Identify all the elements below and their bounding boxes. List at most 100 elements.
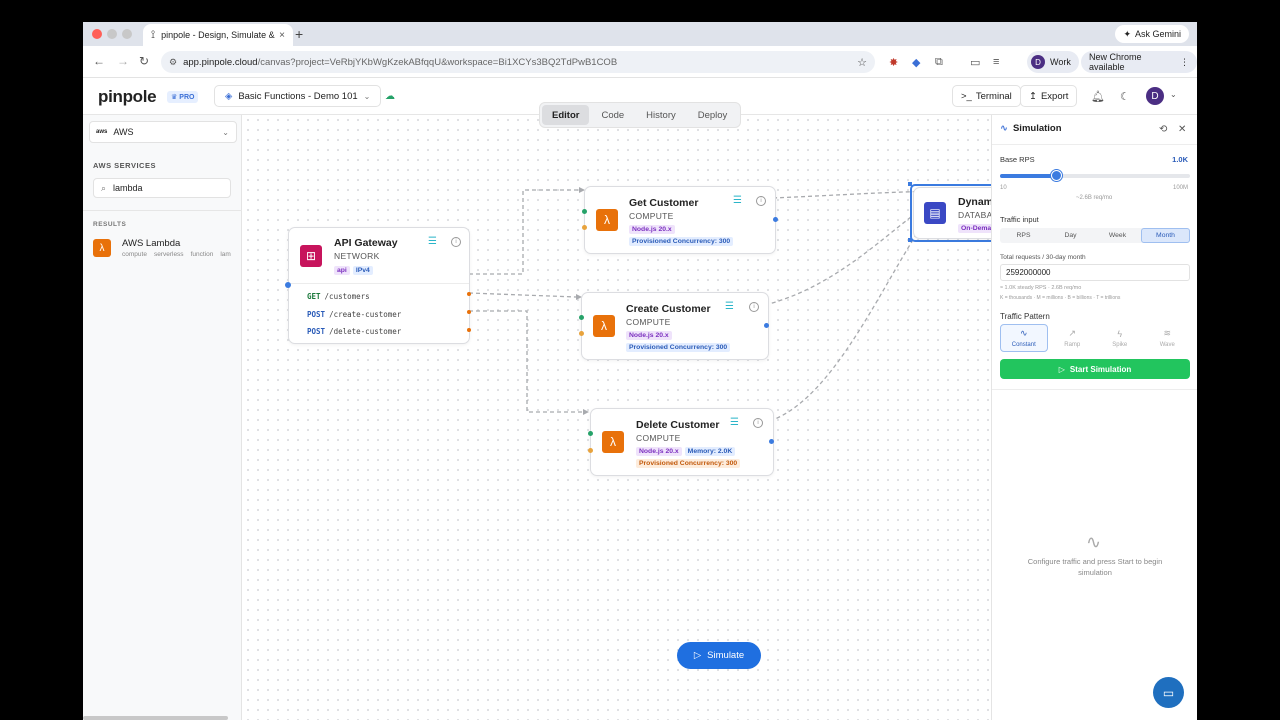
total-requests-input[interactable]: 2592000000 [1000, 264, 1190, 281]
output-handle[interactable] [467, 310, 471, 314]
moon-icon[interactable]: ☾ [1120, 90, 1130, 103]
tab-close-icon[interactable]: × [279, 30, 285, 41]
info-icon[interactable]: i [753, 418, 763, 428]
layers-icon: ◈ [225, 90, 233, 102]
address-bar[interactable]: ⚙ app.pinpole.cloud/canvas?project=VeRbj… [161, 51, 875, 73]
node-get-customer[interactable]: λ Get Customer COMPUTE ☰ i Node.js 20.x … [584, 186, 776, 254]
output-handle[interactable] [773, 217, 778, 222]
back-arrow-icon[interactable]: ← [93, 54, 105, 68]
tab-history[interactable]: History [636, 105, 686, 125]
resize-handle[interactable] [908, 182, 912, 186]
pattern-label: Wave [1159, 342, 1175, 348]
cast-icon[interactable]: ▭ [970, 56, 980, 69]
provider-select[interactable]: aws AWS ⌄ [89, 121, 237, 143]
play-icon: ▷ [693, 650, 702, 661]
new-tab-button[interactable]: + [295, 26, 303, 42]
input-handle[interactable] [579, 315, 584, 320]
node-menu-icon[interactable]: ☰ [730, 417, 739, 428]
url-path: /canvas?project=VeRbjYKbWgKzekABfqqU&wor… [257, 56, 618, 68]
node-tags: Node.js 20.x Provisioned Concurrency: 30… [629, 225, 769, 246]
extension-bug-icon[interactable]: ✸ [889, 56, 898, 69]
start-simulation-button[interactable]: ▷ Start Simulation [1000, 359, 1190, 379]
pattern-constant[interactable]: ∿ Constant [1000, 324, 1048, 352]
tab-month[interactable]: Month [1141, 228, 1190, 243]
minimize-window-icon[interactable] [107, 29, 117, 39]
input-handle[interactable] [582, 209, 587, 214]
forward-arrow-icon[interactable]: → [117, 54, 129, 68]
media-control-icon[interactable]: ≡ [993, 56, 999, 68]
info-icon[interactable]: i [451, 237, 461, 247]
project-selector[interactable]: ◈ Basic Functions - Demo 101 ⌄ [214, 85, 382, 107]
info-icon[interactable]: i [756, 196, 766, 206]
pattern-spike[interactable]: ϟ Spike [1097, 324, 1143, 352]
output-handle[interactable] [769, 439, 774, 444]
node-create-customer[interactable]: λ Create Customer COMPUTE ☰ i Node.js 20… [581, 292, 769, 360]
lambda-icon: λ [93, 239, 111, 257]
tab-week[interactable]: Week [1094, 228, 1141, 243]
tab-rps[interactable]: RPS [1000, 228, 1047, 243]
new-chrome-label: New Chrome available [1089, 52, 1142, 72]
close-window-icon[interactable] [92, 29, 102, 39]
kebab-menu-icon: ⋮ [1180, 56, 1189, 67]
node-menu-icon[interactable]: ☰ [725, 301, 734, 312]
simulate-button[interactable]: ▷ Simulate [677, 642, 761, 669]
pattern-ramp[interactable]: ↗ Ramp [1050, 324, 1096, 352]
input-handle[interactable] [285, 282, 291, 288]
reload-icon[interactable]: ↻ [139, 54, 149, 68]
terminal-button[interactable]: >_ Terminal [952, 85, 1021, 107]
base-rps-slider[interactable] [1000, 170, 1190, 181]
extension-tag-icon[interactable]: ◆ [912, 56, 920, 69]
bookmark-star-icon[interactable]: ☆ [857, 56, 867, 69]
node-tag: Node.js 20.x [626, 331, 672, 340]
route-create-customer[interactable]: POST/create-customer [307, 310, 401, 319]
slider-max-label: 100M [1172, 185, 1188, 191]
service-search-input[interactable]: ⌕ lambda [93, 178, 231, 198]
pattern-wave[interactable]: ≋ Wave [1145, 324, 1191, 352]
input-handle[interactable] [588, 448, 593, 453]
provider-label: AWS [113, 127, 134, 137]
tab-deploy[interactable]: Deploy [688, 105, 738, 125]
pinpole-logo[interactable]: pinpole [98, 87, 157, 107]
user-menu-chevron-icon[interactable]: ⌄ [1170, 90, 1177, 99]
services-section-title: AWS SERVICES [93, 161, 156, 170]
maximize-window-icon[interactable] [122, 29, 132, 39]
profile-button[interactable]: D Work [1027, 51, 1079, 73]
close-icon[interactable]: ✕ [1178, 124, 1186, 135]
ask-gemini-button[interactable]: ✦ Ask Gemini [1115, 25, 1189, 43]
input-handle[interactable] [588, 431, 593, 436]
node-dynamodb[interactable]: ▤ Dynam DATABA On-Dema [913, 187, 991, 239]
tab-editor[interactable]: Editor [542, 105, 590, 125]
export-button[interactable]: ↥ Export [1020, 85, 1078, 107]
chat-support-button[interactable]: ▭ [1153, 677, 1184, 708]
url-host: app.pinpole.cloud [183, 56, 258, 68]
node-delete-customer[interactable]: λ Delete Customer COMPUTE ☰ i Node.js 20… [590, 408, 774, 476]
output-handle[interactable] [467, 328, 471, 332]
browser-tab[interactable]: ⟟ pinpole - Design, Simulate & × [143, 24, 293, 46]
info-icon[interactable]: i [749, 302, 759, 312]
history-icon[interactable]: ⟲ [1159, 124, 1167, 135]
new-chrome-button[interactable]: New Chrome available ⋮ [1081, 51, 1197, 73]
output-handle[interactable] [467, 292, 471, 296]
extensions-puzzle-icon[interactable]: ⧉ [935, 56, 943, 69]
sidebar-scrollbar[interactable] [83, 716, 228, 720]
service-result-item[interactable]: λ AWS Lambda compute serverless function la… [93, 236, 242, 260]
bell-icon[interactable]: 🔔︎ [1091, 90, 1105, 103]
node-api-gateway[interactable]: ⊞ API Gateway NETWORK ☰ i api IPv4 GET/c… [288, 227, 470, 344]
user-avatar[interactable]: D [1146, 87, 1164, 105]
input-handle[interactable] [579, 331, 584, 336]
lambda-icon: λ [593, 315, 615, 337]
base-rps-value: 1.0K [1172, 155, 1188, 164]
tab-code[interactable]: Code [591, 105, 634, 125]
route-get-customers[interactable]: GET/customers [307, 292, 370, 301]
resize-handle[interactable] [908, 238, 912, 242]
node-menu-icon[interactable]: ☰ [733, 195, 742, 206]
route-method: POST [307, 327, 326, 336]
node-menu-icon[interactable]: ☰ [428, 236, 437, 247]
input-handle[interactable] [582, 225, 587, 230]
slider-thumb[interactable] [1051, 170, 1062, 181]
site-info-icon[interactable]: ⚙ [169, 57, 177, 68]
tab-day[interactable]: Day [1047, 228, 1094, 243]
route-delete-customer[interactable]: POST/delete-customer [307, 327, 401, 336]
architecture-canvas[interactable]: ⊞ API Gateway NETWORK ☰ i api IPv4 GET/c… [243, 115, 991, 720]
output-handle[interactable] [764, 323, 769, 328]
